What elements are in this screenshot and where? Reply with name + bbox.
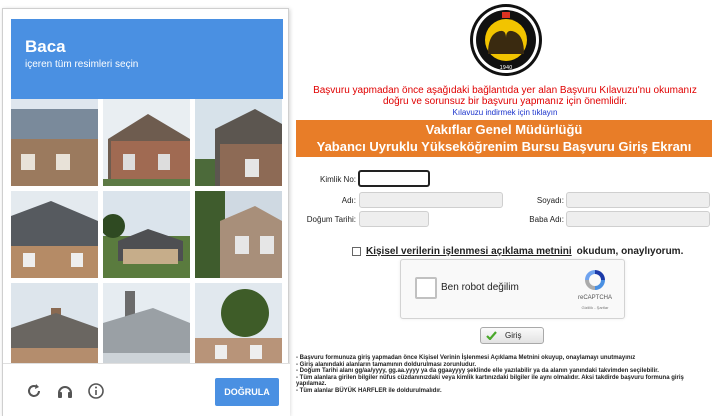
recaptcha-logo-icon xyxy=(585,270,605,290)
challenge-tile[interactable] xyxy=(11,99,98,186)
recaptcha-challenge: Baca içeren tüm resimleri seçin DOĞRULA xyxy=(2,8,290,416)
challenge-tile[interactable] xyxy=(11,283,98,370)
rule-item: - Tüm alanlara girilen bilgiler nüfus cü… xyxy=(296,374,684,388)
rule-item: - Tüm alanlar BÜYÜK HARFLER ile doldurul… xyxy=(296,387,442,394)
submit-button[interactable]: Giriş xyxy=(480,327,544,344)
baba-input[interactable] xyxy=(566,211,710,227)
submit-label: Giriş xyxy=(505,331,522,340)
soyad-input[interactable] xyxy=(566,192,710,208)
challenge-title: Baca xyxy=(25,37,66,56)
challenge-tile[interactable] xyxy=(11,191,98,278)
guide-notice: Başvuru yapmadan önce aşağıdaki bağlantı… xyxy=(313,85,697,107)
info-icon[interactable] xyxy=(87,382,105,400)
consent-link[interactable]: Kişisel verilerin işlenmesi açıklama met… xyxy=(366,246,572,257)
recaptcha-label: Ben robot değilim xyxy=(441,282,519,293)
challenge-footer: DOĞRULA xyxy=(3,363,290,416)
banner-title: Vakıflar Genel Müdürlüğü xyxy=(425,122,583,137)
dogum-label: Doğum Tarihi: xyxy=(306,215,356,224)
ad-input[interactable] xyxy=(359,192,503,208)
recaptcha-terms[interactable]: Gizlilik - Şartlar xyxy=(569,305,621,310)
verify-button[interactable]: DOĞRULA xyxy=(215,378,279,406)
vakiflar-logo: 1940 xyxy=(470,4,542,76)
challenge-header: Baca içeren tüm resimleri seçin xyxy=(11,19,283,99)
challenge-tile[interactable] xyxy=(103,99,190,186)
consent-row: Kişisel verilerin işlenmesi açıklama met… xyxy=(352,246,683,257)
recaptcha-brand: reCAPTCHA xyxy=(577,295,612,301)
banner-subtitle: Yabancı Uyruklu Yükseköğrenim Bursu Başv… xyxy=(316,139,692,154)
challenge-tile[interactable] xyxy=(195,283,282,370)
challenge-tile[interactable] xyxy=(103,283,190,370)
rules-list: - Başvuru formunuza giriş yapmadan önce … xyxy=(296,355,714,394)
page-banner: Vakıflar Genel Müdürlüğü Yabancı Uyruklu… xyxy=(296,120,712,157)
kimlik-input[interactable] xyxy=(358,170,430,187)
recaptcha-checkbox[interactable] xyxy=(415,277,437,299)
challenge-tile[interactable] xyxy=(195,99,282,186)
guide-download-link[interactable]: Kılavuzu indirmek için tıklayın xyxy=(300,108,710,117)
dogum-input[interactable] xyxy=(359,211,429,227)
baba-label: Baba Adı: xyxy=(529,215,564,224)
audio-icon[interactable] xyxy=(56,382,74,400)
soyad-label: Soyadı: xyxy=(536,196,564,205)
logo-year: 1940 xyxy=(500,65,513,71)
consent-checkbox[interactable] xyxy=(352,247,361,256)
ad-label: Adı: xyxy=(341,196,356,205)
recaptcha-widget: Ben robot değilim reCAPTCHA Gizlilik - Ş… xyxy=(400,259,625,319)
challenge-subtitle: içeren tüm resimleri seçin xyxy=(25,59,139,70)
kimlik-label: Kimlik No: xyxy=(319,175,356,184)
reload-icon[interactable] xyxy=(25,382,43,400)
challenge-tile[interactable] xyxy=(195,191,282,278)
challenge-tile[interactable] xyxy=(103,191,190,278)
rule-item: - Doğum Tarihi alanı gg/aa/yyyy, gg.aa.y… xyxy=(296,368,659,374)
checkmark-icon xyxy=(486,331,497,340)
consent-text: okudum, onaylıyorum. xyxy=(576,246,684,257)
